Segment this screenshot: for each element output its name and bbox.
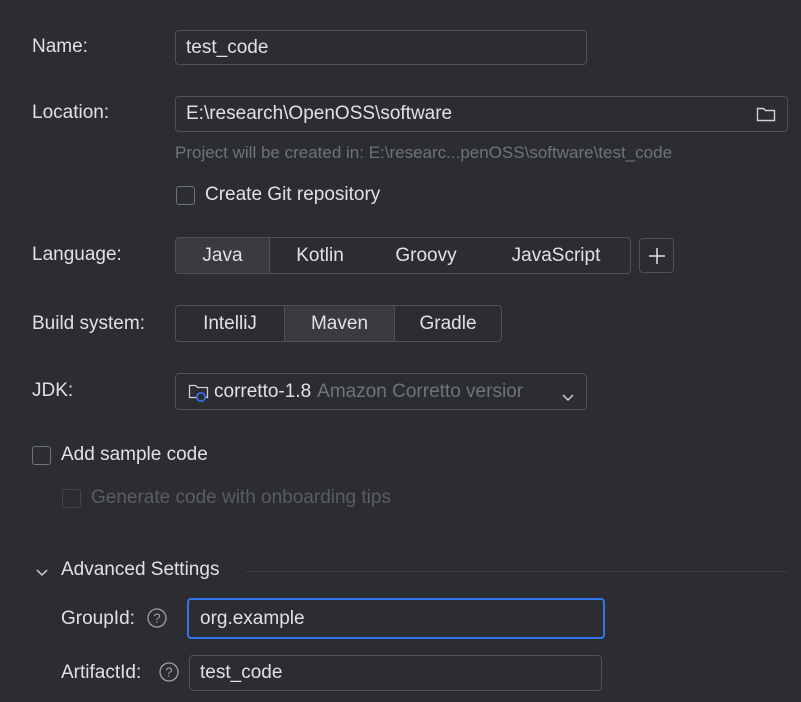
build-option-gradle[interactable]: Gradle xyxy=(395,306,501,341)
sample-code-checkbox[interactable] xyxy=(32,446,51,465)
group-id-label: GroupId: xyxy=(61,608,135,629)
language-option-kotlin[interactable]: Kotlin xyxy=(270,238,370,273)
artifact-id-value: test_code xyxy=(200,662,283,683)
location-field[interactable]: E:\research\OpenOSS\software xyxy=(175,96,788,132)
artifact-id-field[interactable]: test_code xyxy=(189,655,602,691)
chevron-down-icon[interactable] xyxy=(35,563,49,577)
location-hint: Project will be created in: E:\researc..… xyxy=(175,143,673,162)
build-option-maven[interactable]: Maven xyxy=(284,306,395,341)
git-checkbox-label[interactable]: Create Git repository xyxy=(205,184,380,206)
sample-code-label[interactable]: Add sample code xyxy=(61,444,208,466)
location-label: Location: xyxy=(32,102,110,123)
git-checkbox[interactable] xyxy=(176,186,195,205)
help-icon[interactable]: ? xyxy=(158,661,180,683)
build-system-segmented-control: IntelliJ Maven Gradle xyxy=(175,305,502,342)
jdk-folder-icon xyxy=(188,382,210,402)
help-icon[interactable]: ? xyxy=(146,607,168,629)
plus-icon xyxy=(647,246,667,266)
onboarding-tips-checkbox[interactable] xyxy=(62,489,81,508)
onboarding-tips-label: Generate code with onboarding tips xyxy=(91,487,391,508)
advanced-settings-toggle[interactable]: Advanced Settings xyxy=(61,559,219,581)
jdk-dropdown[interactable]: corretto-1.8 Amazon Corretto versior xyxy=(175,373,587,410)
svg-text:?: ? xyxy=(153,611,160,626)
artifact-id-label: ArtifactId: xyxy=(61,662,142,683)
jdk-name: corretto-1.8 xyxy=(214,380,312,402)
jdk-detail: Amazon Corretto versior xyxy=(317,380,524,402)
location-value: E:\research\OpenOSS\software xyxy=(186,103,453,124)
language-segmented-control: Java Kotlin Groovy JavaScript xyxy=(175,237,631,274)
name-field[interactable]: test_code xyxy=(175,30,587,65)
language-option-groovy[interactable]: Groovy xyxy=(370,238,482,273)
build-system-label: Build system: xyxy=(32,313,145,334)
language-label: Language: xyxy=(32,244,122,265)
name-value: test_code xyxy=(186,36,269,58)
advanced-settings-divider xyxy=(245,571,788,572)
group-id-field[interactable]: org.example xyxy=(187,598,605,639)
name-label: Name: xyxy=(32,36,88,57)
build-option-intellij[interactable]: IntelliJ xyxy=(176,306,284,341)
language-option-javascript[interactable]: JavaScript xyxy=(482,238,630,273)
add-language-button[interactable] xyxy=(639,238,674,273)
language-option-java[interactable]: Java xyxy=(176,238,270,273)
chevron-down-icon xyxy=(562,386,574,402)
jdk-label: JDK: xyxy=(32,380,74,401)
svg-text:?: ? xyxy=(165,665,172,680)
group-id-value: org.example xyxy=(200,607,305,629)
browse-folder-icon[interactable] xyxy=(756,105,776,123)
